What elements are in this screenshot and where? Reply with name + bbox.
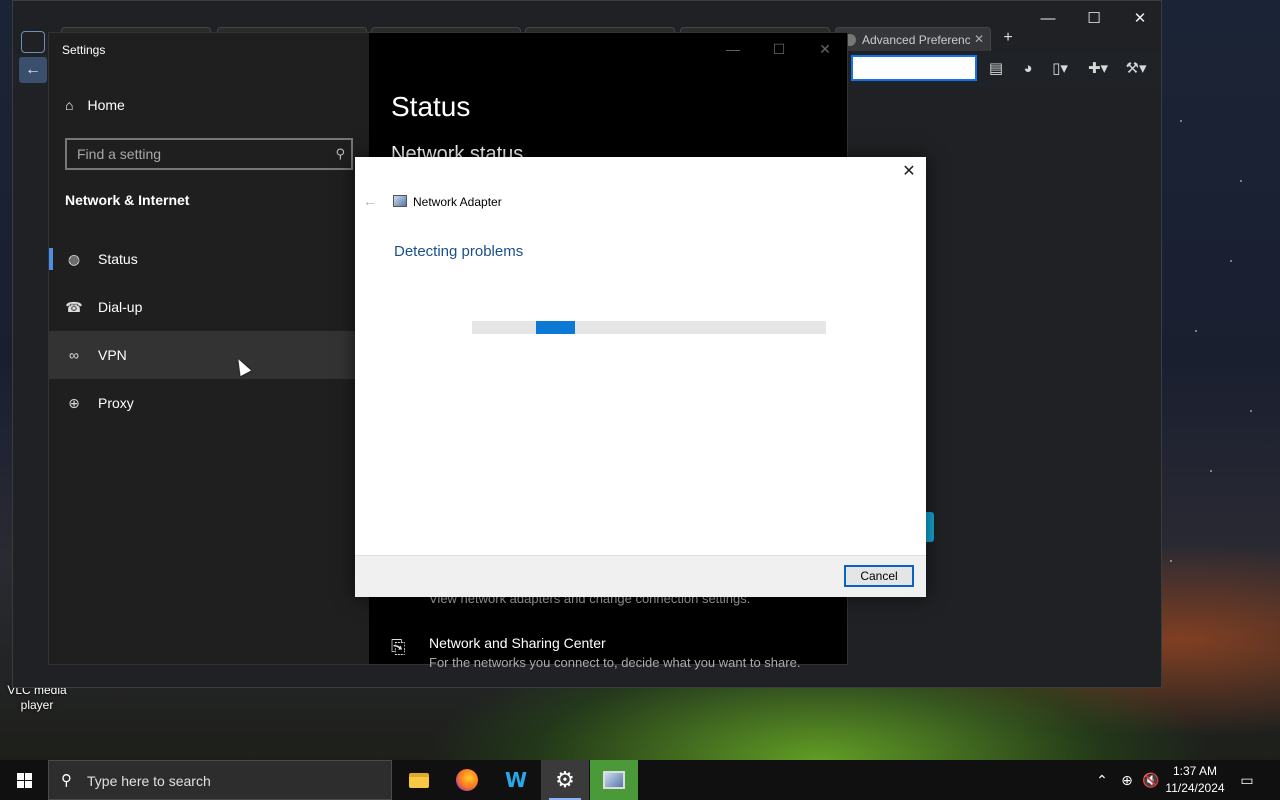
winamp-button[interactable]: W: [492, 760, 540, 800]
browser-minimize-button[interactable]: —: [1025, 7, 1071, 31]
settings-search-box[interactable]: ⚲: [65, 138, 353, 170]
url-bar[interactable]: [851, 55, 977, 81]
settings-search-input[interactable]: [67, 140, 351, 168]
show-hidden-icons-button[interactable]: ⌃: [1092, 760, 1112, 800]
dialog-heading: Detecting problems: [394, 243, 524, 260]
progress-bar: [472, 321, 826, 334]
nav-item-dialup[interactable]: ☎ Dial-up: [49, 283, 355, 331]
section-heading: Network & Internet: [65, 192, 190, 208]
volume-muted-icon[interactable]: 🔇: [1140, 760, 1162, 800]
nav-item-vpn[interactable]: ∞ VPN: [49, 331, 355, 379]
nav-item-label: Proxy: [98, 395, 134, 411]
firefox-button[interactable]: [443, 760, 491, 800]
reader-icon[interactable]: ▤: [985, 58, 1007, 80]
taskbar-clock[interactable]: 1:37 AM 11/24/2024: [1160, 763, 1230, 797]
home-icon: ⌂: [65, 97, 74, 113]
browser-tab-advanced-preferences[interactable]: Advanced Preferences✕: [835, 27, 991, 51]
dialog-app-name: Network Adapter: [413, 195, 502, 209]
browser-peek-button[interactable]: [926, 512, 934, 542]
nav-item-proxy[interactable]: ⊕ Proxy: [49, 379, 355, 427]
globe-icon: ⊕: [68, 394, 80, 411]
settings-home-link[interactable]: ⌂ Home: [65, 97, 125, 113]
network-adapter-taskbar-button[interactable]: [590, 760, 638, 800]
new-tab-button[interactable]: +: [997, 29, 1019, 47]
taskbar: ⚲ W ⚙ ⌃ ⊕ 🔇 1:37 AM 11/24/2024 ▭: [0, 760, 1280, 800]
page-title: Status: [391, 91, 471, 122]
settings-window-title: Settings: [62, 43, 106, 57]
troubleshooter-dialog: ✕ ← Network Adapter Detecting problems C…: [355, 157, 926, 597]
sharing-center-title: Network and Sharing Center: [429, 635, 606, 651]
tab-close-icon[interactable]: ✕: [974, 32, 984, 46]
search-icon: ⚲: [335, 146, 345, 161]
home-label: Home: [87, 97, 125, 113]
nav-item-label: Status: [98, 251, 138, 267]
nav-item-label: VPN: [98, 347, 127, 363]
windows-logo-icon: [16, 772, 32, 788]
w-app-icon: W: [504, 768, 528, 792]
sharing-center-description: For the networks you connect to, decide …: [429, 655, 801, 670]
vpn-icon: ∞: [69, 347, 79, 363]
file-explorer-button[interactable]: [395, 760, 443, 800]
taskbar-search-input[interactable]: [87, 771, 377, 791]
dialog-close-button[interactable]: ✕: [900, 163, 918, 181]
search-icon: ⚲: [61, 772, 72, 789]
network-adapter-icon: [393, 195, 407, 207]
browser-close-button[interactable]: ✕: [1117, 7, 1163, 31]
settings-close-button[interactable]: ✕: [813, 41, 837, 61]
settings-maximize-button[interactable]: ☐: [767, 41, 791, 61]
network-adapter-icon: [603, 771, 625, 789]
palette-icon[interactable]: ◕: [1017, 58, 1039, 80]
dialog-footer: Cancel: [355, 555, 926, 597]
taskbar-search-box[interactable]: ⚲: [48, 760, 392, 800]
firefox-icon: [456, 769, 478, 791]
back-arrow-icon[interactable]: ←: [363, 193, 377, 209]
browser-back-button[interactable]: ←: [19, 57, 47, 83]
dialup-icon: ☎: [65, 298, 83, 315]
clock-time: 1:37 AM: [1172, 764, 1218, 778]
extensions-icon[interactable]: ✚▾: [1087, 58, 1109, 80]
settings-sidebar: Settings ⌂ Home ⚲ Network & Internet ◍ S…: [49, 33, 369, 664]
page-menu-icon[interactable]: ▯▾: [1049, 58, 1071, 80]
progress-bar-fill: [535, 321, 575, 334]
cancel-button[interactable]: Cancel: [844, 565, 914, 587]
globe-status-icon: ◍: [67, 250, 81, 267]
folder-icon: [409, 772, 429, 788]
start-button[interactable]: [0, 760, 48, 800]
action-center-icon[interactable]: ▭: [1236, 760, 1258, 800]
settings-minimize-button[interactable]: —: [721, 41, 745, 61]
settings-taskbar-button[interactable]: ⚙: [541, 760, 589, 800]
wrench-menu-icon[interactable]: ⚒▾: [1125, 58, 1147, 80]
clock-date: 11/24/2024: [1165, 781, 1225, 795]
nav-item-label: Dial-up: [98, 299, 143, 315]
sharing-center-icon: ⎘: [391, 637, 406, 657]
gear-icon: ⚙: [555, 767, 575, 792]
network-globe-icon[interactable]: ⊕: [1116, 760, 1138, 800]
nav-item-status[interactable]: ◍ Status: [49, 235, 355, 283]
browser-maximize-button[interactable]: ☐: [1071, 7, 1117, 31]
